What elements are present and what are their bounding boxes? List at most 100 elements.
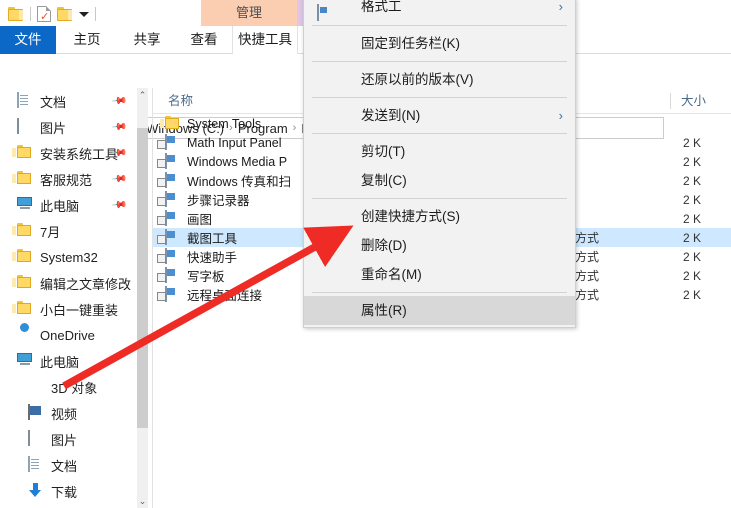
- column-header-size[interactable]: 大小: [670, 93, 706, 109]
- sidebar-item-label: 图片: [40, 120, 67, 136]
- sidebar-item-15[interactable]: 下载: [0, 478, 137, 504]
- file-name-label: System Tools: [187, 116, 262, 131]
- menu-separator: [312, 25, 567, 26]
- navigation-scrollbar[interactable]: ⌃ ⌄: [137, 88, 148, 508]
- file-name-label: 步骤记录器: [187, 194, 250, 208]
- customize-dropdown-icon[interactable]: [79, 11, 89, 17]
- pin-icon[interactable]: 📌: [110, 119, 127, 135]
- shortcut-icon: [165, 209, 181, 227]
- menu-item-0[interactable]: 格式工 ›: [304, 0, 575, 22]
- sidebar-item-2[interactable]: 安装系统工具 📌: [0, 140, 137, 166]
- file-size-cell: 2 K: [683, 287, 702, 302]
- sidebar-item-label: 此电脑: [40, 354, 80, 370]
- format-icon: [317, 4, 334, 22]
- menu-item-4[interactable]: 剪切(T): [304, 137, 575, 166]
- folder-icon: [12, 275, 33, 291]
- picture-icon: [28, 430, 44, 447]
- pin-icon[interactable]: 📌: [110, 171, 127, 187]
- properties-icon[interactable]: ✓: [37, 6, 51, 23]
- menu-item-label: 创建快捷方式(S): [361, 209, 460, 224]
- sidebar-item-label: 文档: [40, 94, 67, 110]
- file-name-cell[interactable]: 步骤记录器: [165, 190, 250, 209]
- menu-item-9[interactable]: 属性(R): [304, 296, 575, 325]
- shortcut-icon: [165, 152, 181, 170]
- file-name-cell[interactable]: System Tools: [160, 115, 262, 132]
- contextual-tab-header: 管理: [201, 0, 297, 26]
- sidebar-item-label: 安装系统工具: [40, 146, 119, 162]
- tab-home[interactable]: 主页: [56, 26, 118, 54]
- sidebar-item-label: 3D 对象: [51, 380, 98, 396]
- sidebar-item-label: 小白一键重装: [40, 302, 119, 318]
- menu-item-6[interactable]: 创建快捷方式(S): [304, 202, 575, 231]
- file-name-cell[interactable]: Windows 传真和扫: [165, 171, 291, 190]
- sidebar-item-13[interactable]: 图片: [0, 426, 137, 452]
- new-folder-icon[interactable]: [57, 7, 73, 21]
- scroll-up-icon[interactable]: ⌃: [137, 88, 148, 102]
- menu-item-5[interactable]: 复制(C): [304, 166, 575, 195]
- sidebar-item-8[interactable]: 小白一键重装: [0, 296, 137, 322]
- menu-separator: [312, 133, 567, 134]
- menu-item-1[interactable]: 固定到任务栏(K): [304, 29, 575, 58]
- sidebar-item-label: 下载: [51, 484, 78, 500]
- file-name-cell[interactable]: 截图工具: [165, 228, 237, 247]
- sidebar-item-10[interactable]: 此电脑: [0, 348, 137, 374]
- file-size-cell: 2 K: [683, 192, 702, 207]
- menu-separator: [312, 198, 567, 199]
- sidebar-item-label: System32: [40, 249, 98, 265]
- sidebar-item-16[interactable]: ♪音乐: [0, 504, 137, 508]
- menu-item-8[interactable]: 重命名(M): [304, 260, 575, 289]
- shortcut-icon: [165, 247, 181, 265]
- shortcut-icon: [165, 285, 181, 303]
- sidebar-item-4[interactable]: 此电脑 📌: [0, 192, 137, 218]
- file-name-cell[interactable]: Math Input Panel: [165, 133, 282, 151]
- file-name-label: 截图工具: [187, 232, 238, 246]
- file-name-label: 画图: [187, 213, 213, 227]
- file-explorer-window: ✓ 管理 文件 主页 共享 查看 快捷工具 ← → ⌄ ↑ « Windows …: [0, 0, 731, 508]
- sidebar-item-7[interactable]: 编辑之文章修改: [0, 270, 137, 296]
- computer-icon: [17, 353, 33, 369]
- file-name-label: 写字板: [187, 270, 225, 284]
- navigation-pane[interactable]: 文档 📌 图片 📌 安装系统工具 📌 客服规范 📌 此电脑 📌 7月 System32 编辑之文章修改小…: [0, 88, 137, 508]
- sidebar-item-5[interactable]: 7月: [0, 218, 137, 244]
- sidebar-item-14[interactable]: 文档: [0, 452, 137, 478]
- sidebar-item-12[interactable]: 视频: [0, 400, 137, 426]
- menu-item-7[interactable]: 删除(D): [304, 231, 575, 260]
- file-name-cell[interactable]: 远程桌面连接: [165, 285, 262, 304]
- menu-separator: [312, 292, 567, 293]
- file-name-label: Windows Media P: [187, 154, 288, 169]
- sidebar-item-9[interactable]: OneDrive: [0, 322, 137, 348]
- sidebar-item-label: 客服规范: [40, 172, 93, 188]
- menu-item-label: 固定到任务栏(K): [361, 36, 460, 51]
- menu-item-label: 还原以前的版本(V): [361, 72, 474, 87]
- tab-shortcut-tools[interactable]: 快捷工具: [232, 26, 298, 54]
- file-name-cell[interactable]: 快速助手: [165, 247, 237, 266]
- folder-icon: [12, 223, 33, 239]
- file-size-cell: 2 K: [683, 268, 702, 283]
- folder-icon: [12, 171, 33, 187]
- menu-item-3[interactable]: 发送到(N) ›: [304, 101, 575, 130]
- shortcut-icon: [165, 133, 181, 151]
- pin-icon[interactable]: 📌: [110, 93, 127, 109]
- tab-share[interactable]: 共享: [118, 26, 176, 54]
- sidebar-item-label: 编辑之文章修改: [40, 276, 132, 292]
- submenu-arrow-icon: ›: [558, 0, 563, 14]
- menu-separator: [312, 97, 567, 98]
- sidebar-item-1[interactable]: 图片 📌: [0, 114, 137, 140]
- sidebar-item-3[interactable]: 客服规范 📌: [0, 166, 137, 192]
- tab-file[interactable]: 文件: [0, 26, 56, 54]
- tab-view[interactable]: 查看: [176, 26, 232, 54]
- column-header-name[interactable]: 名称: [168, 88, 193, 114]
- file-size-cell: 2 K: [683, 249, 702, 264]
- scroll-down-icon[interactable]: ⌄: [137, 494, 148, 508]
- file-name-cell[interactable]: 写字板: [165, 266, 225, 285]
- sidebar-item-6[interactable]: System32: [0, 244, 137, 270]
- context-menu[interactable]: 格式工 › 固定到任务栏(K) 还原以前的版本(V) 发送到(N) › 剪切(T) 复制(C)…: [303, 0, 576, 328]
- file-name-cell[interactable]: 画图: [165, 209, 212, 228]
- file-name-cell[interactable]: Windows Media P: [165, 152, 288, 170]
- menu-item-2[interactable]: 还原以前的版本(V): [304, 65, 575, 94]
- sidebar-item-11[interactable]: 3D 对象: [0, 374, 137, 400]
- sidebar-item-0[interactable]: 文档 📌: [0, 88, 137, 114]
- folder-icon[interactable]: [8, 7, 24, 21]
- scrollbar-thumb[interactable]: [137, 128, 148, 428]
- pin-icon[interactable]: 📌: [110, 197, 127, 213]
